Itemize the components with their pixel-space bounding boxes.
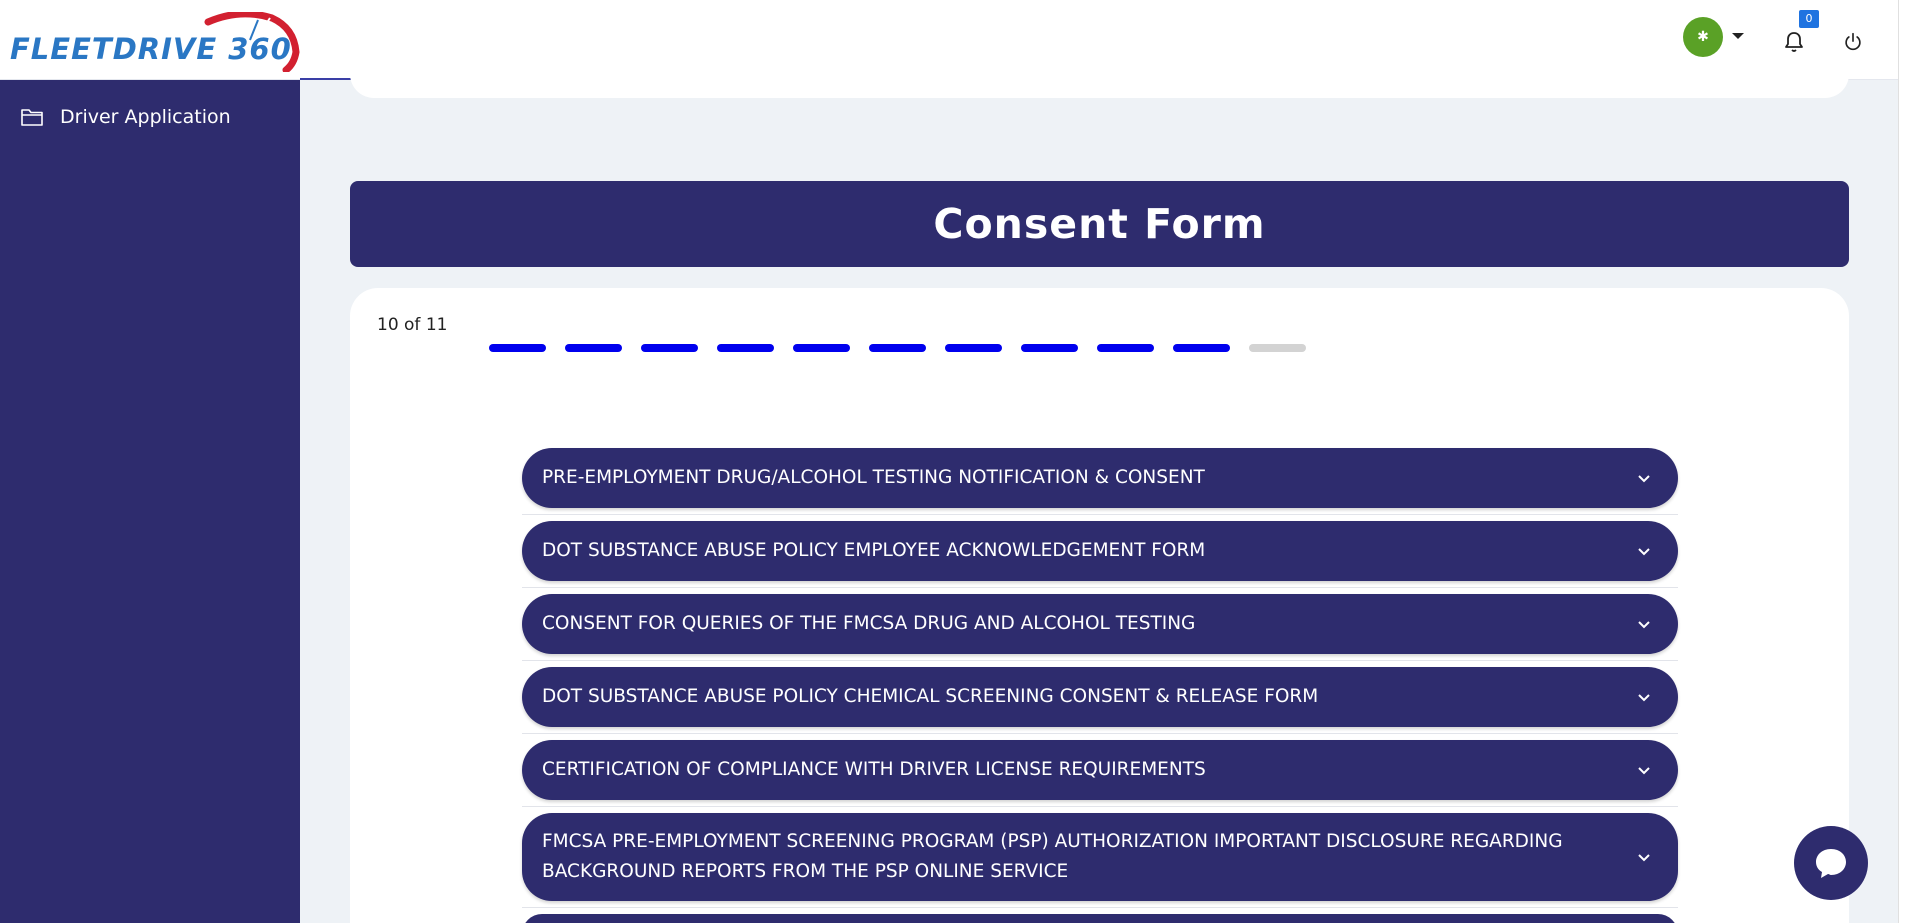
divider [522, 733, 1678, 734]
sidebar: Driver Application [0, 80, 300, 923]
page-title: Consent Form [933, 200, 1266, 248]
sidebar-item-label: Driver Application [60, 106, 231, 128]
step-counter: 10 of 11 [377, 315, 448, 335]
step-indicator-3 [641, 344, 698, 352]
accordion-drug-alcohol-testing-consent[interactable]: PRE-EMPLOYMENT DRUG/ALCOHOL TESTING NOTI… [522, 448, 1678, 508]
step-indicator-6 [869, 344, 926, 352]
accordion-label: PRE-EMPLOYMENT DRUG/ALCOHOL TESTING NOTI… [542, 467, 1205, 488]
accordion-label: CERTIFICATION OF COMPLIANCE WITH DRIVER … [542, 759, 1206, 780]
folder-icon [21, 109, 43, 126]
divider [522, 806, 1678, 807]
page-scrollbar[interactable] [1898, 0, 1920, 923]
step-indicator-9 [1097, 344, 1154, 352]
step-indicator-11 [1249, 344, 1306, 352]
accordion-next-partial[interactable] [522, 914, 1678, 923]
step-indicator-1 [489, 344, 546, 352]
accordion-chemical-screening-consent[interactable]: DOT SUBSTANCE ABUSE POLICY CHEMICAL SCRE… [522, 667, 1678, 727]
notification-badge: 0 [1799, 10, 1819, 28]
chat-bubble-icon [1816, 849, 1846, 878]
accordion-label: DOT SUBSTANCE ABUSE POLICY EMPLOYEE ACKN… [542, 540, 1206, 561]
page-title-banner: Consent Form [350, 181, 1849, 267]
divider [522, 587, 1678, 588]
fleetdrive-logo[interactable]: FLEETDRIVE 360 [10, 12, 300, 72]
user-menu-caret-icon[interactable] [1732, 33, 1744, 39]
chevron-down-icon [1638, 621, 1650, 629]
previous-section-card [350, 66, 1849, 98]
chat-widget-button[interactable] [1794, 826, 1868, 900]
sidebar-item-driver-application[interactable]: Driver Application [20, 106, 231, 128]
accordion-label: DOT SUBSTANCE ABUSE POLICY CHEMICAL SCRE… [542, 686, 1319, 707]
accordion-driver-license-compliance[interactable]: CERTIFICATION OF COMPLIANCE WITH DRIVER … [522, 740, 1678, 800]
accordion-label: CONSENT FOR QUERIES OF THE FMCSA DRUG AN… [542, 613, 1196, 634]
divider [522, 514, 1678, 515]
step-indicator-2 [565, 344, 622, 352]
accordion-substance-abuse-acknowledgement[interactable]: DOT SUBSTANCE ABUSE POLICY EMPLOYEE ACKN… [522, 521, 1678, 581]
chevron-down-icon [1638, 475, 1650, 483]
bell-icon[interactable] [1782, 30, 1806, 54]
accordion-psp-authorization[interactable]: FMCSA PRE-EMPLOYMENT SCREENING PROGRAM (… [522, 813, 1678, 901]
consent-form-card: 10 of 11 PRE-EMPLOYMENT DRUG/ALCOHOL TES… [350, 288, 1849, 923]
consent-accordion-list: PRE-EMPLOYMENT DRUG/ALCOHOL TESTING NOTI… [522, 448, 1678, 923]
avatar[interactable]: ✱ [1683, 17, 1723, 57]
logo-text: FLEETDRIVE 360 [10, 32, 292, 66]
step-indicator-8 [1021, 344, 1078, 352]
accordion-label: FMCSA PRE-EMPLOYMENT SCREENING PROGRAM (… [542, 831, 1563, 882]
step-indicator-4 [717, 344, 774, 352]
chevron-down-icon [1638, 548, 1650, 556]
chevron-down-icon [1638, 854, 1650, 862]
divider [522, 660, 1678, 661]
step-indicator-5 [793, 344, 850, 352]
chevron-down-icon [1638, 767, 1650, 775]
accordion-fmcsa-queries-consent[interactable]: CONSENT FOR QUERIES OF THE FMCSA DRUG AN… [522, 594, 1678, 654]
divider [522, 907, 1678, 908]
step-indicator-10 [1173, 344, 1230, 352]
power-icon[interactable] [1842, 31, 1864, 53]
step-indicator-7 [945, 344, 1002, 352]
step-progress [489, 344, 1306, 352]
chevron-down-icon [1638, 694, 1650, 702]
